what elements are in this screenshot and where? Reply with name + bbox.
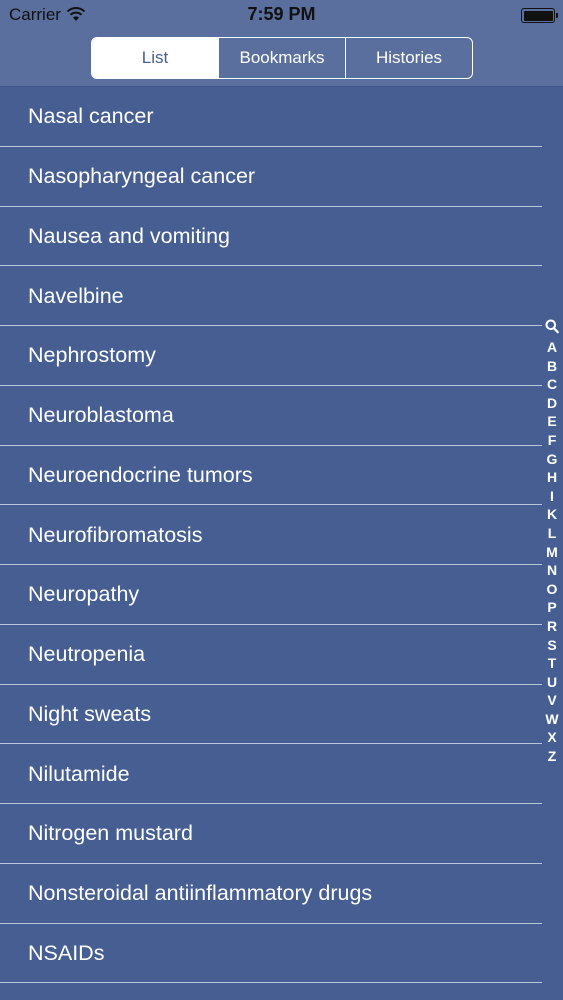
screen: Carrier 7:59 PM List Bookmarks Histories… xyxy=(0,0,563,1000)
index-letter-m[interactable]: M xyxy=(541,543,563,562)
index-letter-b[interactable]: B xyxy=(541,357,563,376)
list-item[interactable]: Night sweats xyxy=(0,685,563,745)
list-item[interactable]: Nilutamide xyxy=(0,744,563,804)
index-letter-u[interactable]: U xyxy=(541,673,563,692)
list-item[interactable]: NSAIDs xyxy=(0,924,563,984)
index-letter-o[interactable]: O xyxy=(541,580,563,599)
list-item[interactable]: Nasopharyngeal cancer xyxy=(0,147,563,207)
index-letter-v[interactable]: V xyxy=(541,691,563,710)
index-letter-a[interactable]: A xyxy=(541,338,563,357)
list-item[interactable]: Neutropenia xyxy=(0,625,563,685)
status-bar: Carrier 7:59 PM xyxy=(0,0,563,30)
index-letter-w[interactable]: W xyxy=(541,710,563,729)
list-item[interactable]: Nephrostomy xyxy=(0,326,563,386)
segment-bookmarks[interactable]: Bookmarks xyxy=(218,38,345,78)
list-item[interactable]: Neuroendocrine tumors xyxy=(0,446,563,506)
list-item[interactable]: Neurofibromatosis xyxy=(0,505,563,565)
index-letter-k[interactable]: K xyxy=(541,505,563,524)
index-letter-z[interactable]: Z xyxy=(541,747,563,766)
topic-list: Nasal cancer Nasopharyngeal cancer Nause… xyxy=(0,87,563,1000)
list-item[interactable]: Nonsteroidal antiinflammatory drugs xyxy=(0,864,563,924)
index-letter-l[interactable]: L xyxy=(541,524,563,543)
list-item[interactable]: Nitrogen mustard xyxy=(0,804,563,864)
search-icon[interactable] xyxy=(545,319,559,334)
index-letter-n[interactable]: N xyxy=(541,561,563,580)
list-item[interactable]: Neuropathy xyxy=(0,565,563,625)
list-item[interactable]: Nausea and vomiting xyxy=(0,207,563,267)
segment-histories[interactable]: Histories xyxy=(345,38,472,78)
nav-bar: List Bookmarks Histories xyxy=(0,30,563,87)
segment-list[interactable]: List xyxy=(92,38,218,78)
battery-icon xyxy=(521,8,558,23)
status-time: 7:59 PM xyxy=(247,4,316,24)
index-letter-c[interactable]: C xyxy=(541,375,563,394)
index-letter-t[interactable]: T xyxy=(541,654,563,673)
index-letter-h[interactable]: H xyxy=(541,468,563,487)
section-index-bar[interactable]: A B C D E F G H I K L M N O P R S T U V … xyxy=(541,319,563,766)
index-letter-x[interactable]: X xyxy=(541,728,563,747)
list-item[interactable]: Nasal cancer xyxy=(0,87,563,147)
segmented-control: List Bookmarks Histories xyxy=(91,37,473,79)
list-item[interactable]: Navelbine xyxy=(0,266,563,326)
index-letter-g[interactable]: G xyxy=(541,450,563,469)
index-letter-p[interactable]: P xyxy=(541,598,563,617)
list-item[interactable]: Neuroblastoma xyxy=(0,386,563,446)
index-letter-i[interactable]: I xyxy=(541,487,563,506)
index-letter-r[interactable]: R xyxy=(541,617,563,636)
index-letter-f[interactable]: F xyxy=(541,431,563,450)
index-letter-d[interactable]: D xyxy=(541,394,563,413)
index-letter-s[interactable]: S xyxy=(541,636,563,655)
index-letter-e[interactable]: E xyxy=(541,412,563,431)
